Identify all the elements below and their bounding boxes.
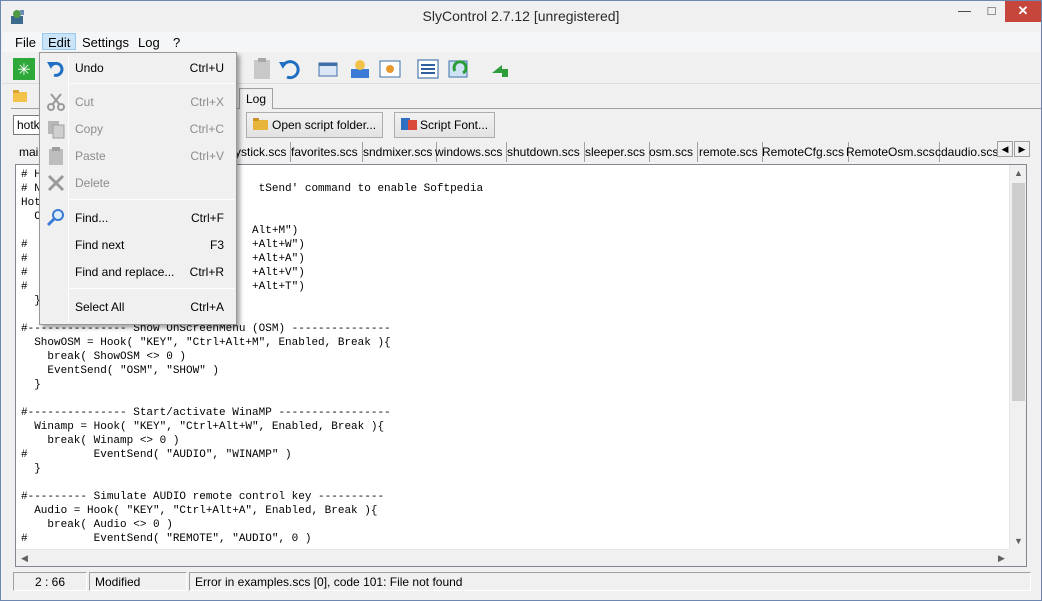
menu-file[interactable]: File [10, 34, 41, 51]
refresh-icon[interactable] [447, 57, 471, 81]
horizontal-scrollbar[interactable]: ◀ ▶ [16, 549, 1010, 566]
scroll-left-icon[interactable]: ◀ [16, 550, 33, 566]
list-icon[interactable] [416, 57, 440, 81]
folder-icon[interactable] [13, 87, 29, 105]
menu-item-label: Find and replace... [75, 265, 175, 279]
window-icon[interactable] [316, 57, 340, 81]
menu-edit[interactable]: Edit [42, 33, 77, 50]
undo-icon [46, 58, 66, 78]
menu-item-find-replace[interactable]: Find and replace... Ctrl+R [42, 259, 234, 285]
script-font-button[interactable]: Script Font... [394, 112, 496, 138]
menu-item-shortcut: F3 [209, 238, 224, 252]
menu-item-copy[interactable]: Copy Ctrl+C [42, 116, 234, 142]
tabs-scroll-left-icon[interactable]: ◀ [997, 141, 1013, 157]
status-bar: 2 : 66 Modified Error in examples.scs [0… [13, 572, 1031, 592]
title-bar: SlyControl 2.7.12 [unregistered] — □ ✕ [1, 1, 1041, 32]
scroll-down-icon[interactable]: ▼ [1010, 533, 1026, 550]
file-tab-windows[interactable]: windows.scs [431, 142, 508, 162]
menu-item-shortcut: Ctrl+X [190, 95, 224, 109]
font-icon [401, 117, 417, 131]
menu-item-shortcut: Ctrl+A [190, 300, 224, 314]
menu-settings[interactable]: Settings [77, 34, 134, 51]
menu-item-shortcut: Ctrl+F [191, 211, 224, 225]
menu-item-label: Delete [75, 176, 110, 190]
copy-icon [46, 119, 66, 139]
tab-log[interactable]: Log [239, 88, 274, 109]
green-star-icon[interactable]: ✳ [12, 57, 36, 81]
menu-item-label: Cut [75, 95, 94, 109]
file-tab-favorites[interactable]: favorites.scs [287, 142, 363, 162]
menu-item-shortcut: Ctrl+R [189, 265, 224, 279]
open-script-folder-button[interactable]: Open script folder... [246, 112, 384, 138]
menu-item-label: Select All [75, 300, 125, 314]
tabs-scroll-right-icon[interactable]: ▶ [1014, 141, 1030, 157]
undo-icon[interactable] [277, 57, 301, 81]
menu-bar: File Edit Settings Log ? [2, 32, 1040, 52]
scissors-icon [46, 92, 66, 112]
file-tab-shutdown[interactable]: shutdown.scs [503, 142, 585, 162]
minimize-button[interactable]: — [951, 1, 978, 22]
menu-item-label: Find... [75, 211, 109, 225]
menu-item-label: Find next [75, 238, 125, 252]
file-tab-remotecfg[interactable]: RemoteCfg.scs [758, 142, 850, 162]
file-tab-cdaudio[interactable]: cdaudio.scs [931, 142, 1002, 162]
svg-text:✳: ✳ [17, 62, 30, 79]
delete-icon [46, 173, 66, 193]
file-tab-remote[interactable]: remote.scs [695, 142, 763, 162]
menu-separator [70, 199, 234, 200]
script-font-label: Script Font... [420, 118, 489, 132]
menu-item-label: Paste [75, 149, 106, 163]
green-arrow-icon[interactable] [488, 57, 512, 81]
maximize-button[interactable]: □ [978, 1, 1005, 22]
paste-icon [46, 146, 66, 166]
scroll-corner [1009, 549, 1026, 566]
menu-item-select-all[interactable]: Select All Ctrl+A [42, 294, 234, 320]
menu-item-label: Copy [75, 122, 104, 136]
close-button[interactable]: ✕ [1005, 1, 1041, 22]
scroll-up-icon[interactable]: ▲ [1010, 165, 1026, 182]
menu-item-shortcut: Ctrl+U [189, 61, 224, 75]
menu-item-undo[interactable]: Undo Ctrl+U [42, 55, 234, 81]
edit-menu-dropdown: Undo Ctrl+U Cut Ctrl+X Copy Ctrl+C Paste… [39, 52, 237, 325]
modified-status: Modified [89, 572, 187, 591]
folder-icon [253, 117, 269, 131]
vertical-scroll-thumb[interactable] [1012, 183, 1025, 401]
menu-item-shortcut: Ctrl+V [190, 149, 224, 163]
file-tab-sndmixer[interactable]: sndmixer.scs [359, 142, 438, 162]
app-window: SlyControl 2.7.12 [unregistered] — □ ✕ F… [0, 0, 1042, 601]
menu-item-find[interactable]: Find... Ctrl+F [42, 205, 234, 231]
open-script-folder-label: Open script folder... [272, 118, 377, 132]
vertical-scrollbar[interactable]: ▲ ▼ [1009, 165, 1026, 550]
image-icon[interactable] [378, 57, 402, 81]
menu-help[interactable]: ? [168, 34, 185, 51]
cursor-position: 2 : 66 [13, 572, 87, 591]
menu-separator [70, 288, 234, 289]
user-card-icon[interactable] [348, 57, 372, 81]
paste-icon[interactable] [250, 57, 274, 81]
menu-item-paste[interactable]: Paste Ctrl+V [42, 143, 234, 169]
file-tab-remoteosm[interactable]: RemoteOsm.scs [842, 142, 940, 162]
menu-log[interactable]: Log [133, 34, 165, 51]
menu-item-cut[interactable]: Cut Ctrl+X [42, 89, 234, 115]
menu-item-shortcut: Ctrl+C [189, 122, 224, 136]
magnifier-icon [46, 208, 66, 228]
file-tab-osm[interactable]: osm.scs [645, 142, 699, 162]
menu-item-find-next[interactable]: Find next F3 [42, 232, 234, 258]
scroll-right-icon[interactable]: ▶ [993, 550, 1010, 566]
menu-separator [70, 83, 234, 84]
file-tab-joystick[interactable]: ystick.scs [231, 142, 292, 162]
file-tab-sleeper[interactable]: sleeper.scs [581, 142, 651, 162]
status-message: Error in examples.scs [0], code 101: Fil… [189, 572, 1031, 591]
window-title: SlyControl 2.7.12 [unregistered] [422, 8, 620, 24]
menu-item-delete[interactable]: Delete [42, 170, 234, 196]
menu-item-label: Undo [75, 61, 104, 75]
